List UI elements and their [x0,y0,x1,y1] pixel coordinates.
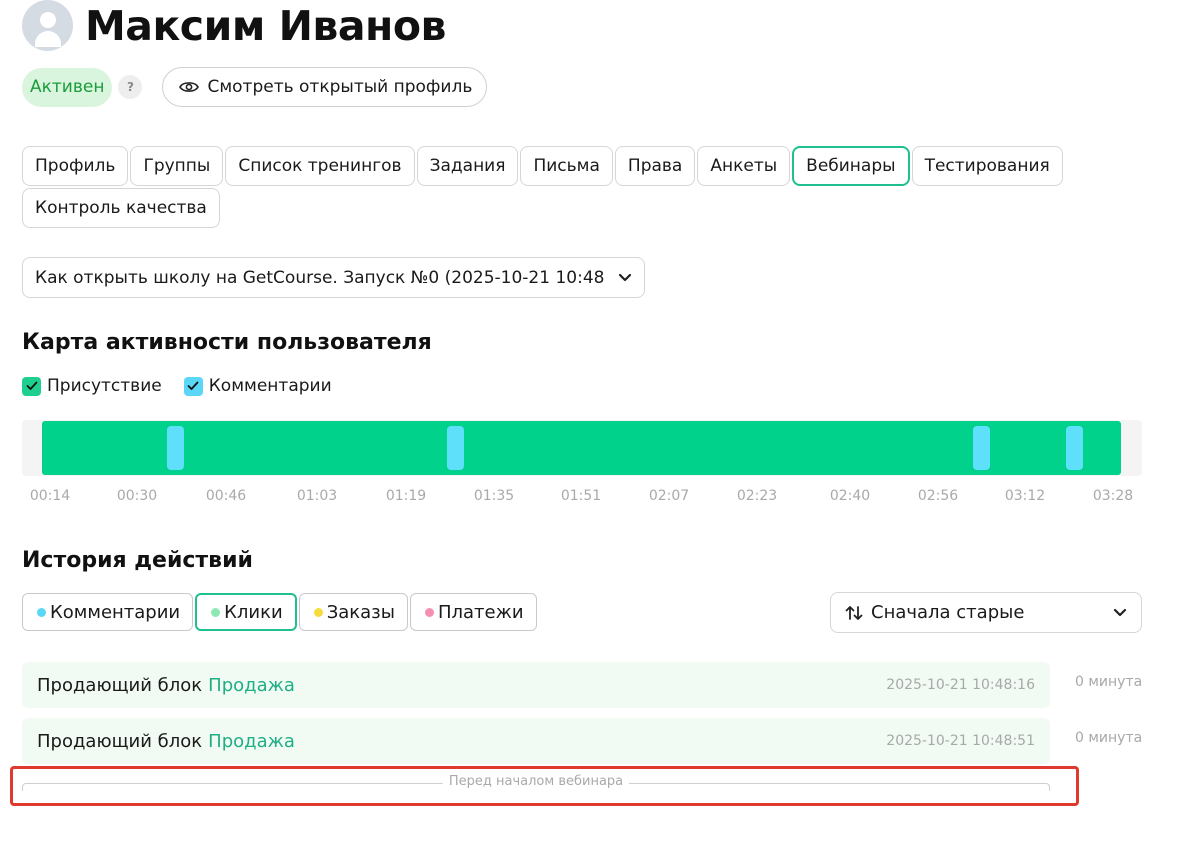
filter-label: Заказы [326,601,395,623]
history-row-timestamp: 2025-10-21 10:48:51 [886,733,1035,749]
timeline-tick: 01:03 [296,488,338,504]
timeline-tick: 01:51 [560,488,602,504]
timeline-tick: 02:40 [829,488,871,504]
filter-orders[interactable]: Заказы [298,593,408,631]
check-icon [183,376,203,396]
help-icon[interactable]: ? [118,75,143,99]
separator-label: Перед началом вебинара [442,774,630,789]
tab-tasks[interactable]: Задания [416,146,519,186]
filter-comments[interactable]: Комментарии [22,593,194,631]
profile-tabs: Профиль Группы Список тренингов Задания … [22,146,1142,230]
comment-marker[interactable] [167,426,184,470]
timeline-tick: 02:56 [917,488,959,504]
webinar-start-separator: Перед началом вебинара [22,774,1050,791]
tab-groups[interactable]: Группы [130,146,224,186]
status-row: Активен ? Смотреть открытый профиль [22,67,488,107]
eye-icon [179,82,200,92]
history-filters: Комментарии Клики Заказы Платежи [22,593,539,631]
history-row-duration: 0 минута [1075,730,1143,746]
dot-icon [313,607,323,617]
timeline-tick: 03:28 [1092,488,1134,504]
history-row-duration: 0 минута [1075,674,1143,690]
activity-map-title: Карта активности пользователя [22,330,432,355]
filter-label: Клики [224,601,283,623]
history-row-text: Продающий блок [37,730,203,752]
tab-tests[interactable]: Тестирования [911,146,1063,186]
filter-clicks[interactable]: Клики [195,593,297,631]
comments-checkbox[interactable]: Комментарии [183,376,332,396]
tab-profile[interactable]: Профиль [22,146,129,186]
status-badge: Активен [22,67,113,107]
timeline-tick: 02:23 [736,488,778,504]
history-title: История действий [22,548,253,573]
history-row-text: Продающий блок [37,674,203,696]
webinar-select-value: Как открыть школу на GetCourse. Запуск №… [35,267,605,288]
history-row: Продающий блок Продажа 2025-10-21 10:48:… [22,718,1050,764]
tab-forms[interactable]: Анкеты [697,146,791,186]
timeline-tick: 00:46 [205,488,247,504]
presence-checkbox[interactable]: Присутствие [22,376,162,396]
comments-label: Комментарии [208,376,332,396]
filter-label: Платежи [437,601,524,623]
check-icon [22,376,41,396]
history-row-link[interactable]: Продажа [208,675,295,696]
tab-quality-control[interactable]: Контроль качества [22,188,220,228]
view-public-profile-button[interactable]: Смотреть открытый профиль [162,67,488,107]
dot-icon [37,607,46,617]
chevron-down-icon [618,273,632,281]
history-row-timestamp: 2025-10-21 10:48:16 [886,677,1035,693]
profile-header: Максим Иванов [22,0,446,51]
presence-bar [42,421,1121,475]
timeline-tick: 00:30 [116,488,158,504]
tab-trainings[interactable]: Список тренингов [225,146,415,186]
timeline-tick: 03:12 [1004,488,1046,504]
avatar [22,0,73,51]
sort-select-value: Сначала старые [871,602,1025,623]
tab-rights[interactable]: Права [614,146,696,186]
webinar-select[interactable]: Как открыть школу на GetCourse. Запуск №… [22,257,645,298]
history-row-link[interactable]: Продажа [208,731,295,752]
timeline-tick: 02:07 [648,488,690,504]
timeline-tick: 01:19 [385,488,427,504]
sort-icon [845,605,863,620]
presence-label: Присутствие [47,376,162,396]
activity-filters: Присутствие Комментарии [22,376,354,396]
dot-icon [211,607,221,617]
filter-payments[interactable]: Платежи [409,593,537,631]
comment-marker[interactable] [1066,426,1083,470]
sort-select[interactable]: Сначала старые [830,592,1142,633]
activity-timeline [22,420,1142,476]
dot-icon [424,607,434,617]
chevron-down-icon [1113,608,1127,616]
timeline-tick: 00:14 [29,488,71,504]
view-public-profile-label: Смотреть открытый профиль [207,77,473,97]
tab-webinars[interactable]: Вебинары [792,146,910,186]
filter-label: Комментарии [50,601,181,623]
comment-marker[interactable] [973,426,990,470]
user-name: Максим Иванов [85,1,446,50]
tab-letters[interactable]: Письма [520,146,613,186]
history-row: Продающий блок Продажа 2025-10-21 10:48:… [22,662,1050,708]
comment-marker[interactable] [447,426,464,470]
timeline-tick: 01:35 [473,488,515,504]
